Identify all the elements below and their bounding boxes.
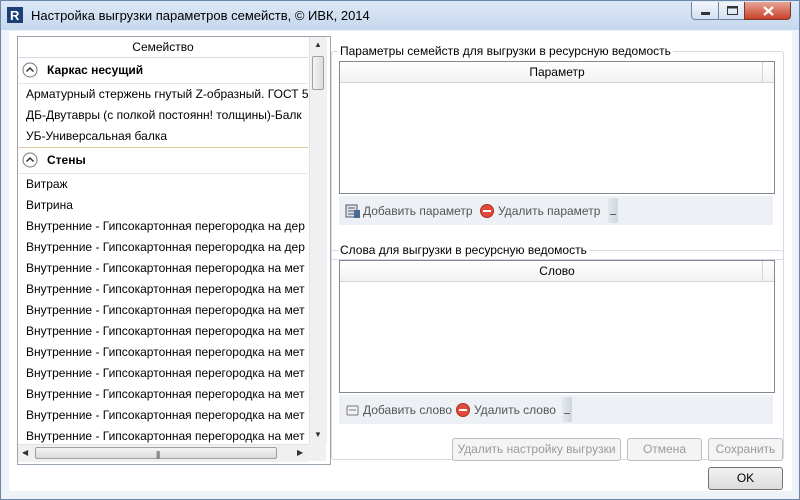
add-word-icon [346, 405, 359, 416]
maximize-button[interactable] [718, 2, 745, 20]
remove-circle-icon [480, 204, 494, 218]
horizontal-scrollbar[interactable]: ◀ ||| ▶ [18, 444, 309, 462]
column-divider [762, 62, 763, 82]
horizontal-scroll-thumb[interactable]: ||| [35, 447, 277, 459]
list-item[interactable]: Внутренние - Гипсокартонная перегородка … [18, 405, 308, 426]
save-button[interactable]: Сохранить [708, 438, 783, 461]
column-divider [762, 261, 763, 281]
svg-text:R: R [10, 8, 20, 23]
list-item[interactable]: Внутренние - Гипсокартонная перегородка … [18, 384, 308, 405]
params-legend: Параметры семейств для выгрузки в ресурс… [338, 44, 673, 58]
list-item[interactable]: УБ-Универсальная балка [18, 126, 308, 147]
add-word-label: Добавить слово [363, 403, 453, 417]
list-item[interactable]: Внутренние - Гипсокартонная перегородка … [18, 300, 308, 321]
maximize-icon [727, 6, 738, 15]
add-word-button[interactable]: Добавить слово [345, 401, 455, 419]
add-param-button[interactable]: Добавить параметр [345, 202, 475, 220]
param-column-label: Параметр [529, 65, 585, 79]
list-item[interactable]: Витрина [18, 195, 308, 216]
group-header-frame[interactable]: Каркас несущий [18, 58, 308, 84]
family-rows: Каркас несущий Арматурный стержень гнуты… [18, 58, 308, 447]
remove-word-button[interactable]: Удалить слово [456, 401, 560, 419]
word-column-header[interactable]: Слово [340, 261, 774, 282]
minimize-icon [701, 12, 710, 15]
grip-icon: ||| [156, 450, 160, 459]
list-item[interactable]: Витраж [18, 174, 308, 195]
scroll-down-icon[interactable]: ▼ [314, 430, 322, 439]
remove-param-label: Удалить параметр [498, 204, 601, 218]
params-groupbox: Параметры семейств для выгрузки в ресурс… [331, 44, 784, 260]
add-param-label: Добавить параметр [363, 204, 473, 218]
close-icon [763, 6, 774, 16]
group-label: Стены [47, 153, 86, 167]
revit-app-icon: R [7, 7, 23, 23]
params-grid[interactable]: Параметр [339, 61, 775, 194]
client-area: Семейство Каркас несущий Арматурный стер… [9, 31, 792, 491]
remove-param-button[interactable]: Удалить параметр [480, 202, 605, 220]
overflow-chevron-icon [610, 214, 616, 218]
dialog-window: R Настройка выгрузки параметров семейств… [0, 0, 800, 500]
vertical-scrollbar[interactable]: ▲ ▼ [309, 37, 327, 444]
words-legend: Слова для выгрузки в ресурсную ведомость [338, 243, 589, 257]
scroll-corner [309, 444, 326, 461]
family-column-header[interactable]: Семейство [18, 37, 308, 58]
word-column-label: Слово [539, 264, 575, 278]
close-button[interactable] [744, 2, 791, 20]
list-item[interactable]: Внутренние - Гипсокартонная перегородка … [18, 342, 308, 363]
group-header-walls[interactable]: Стены [18, 148, 308, 174]
toolbar-overflow-button[interactable] [562, 397, 572, 422]
collapse-chevron-icon[interactable] [22, 62, 38, 78]
list-item[interactable]: Внутренние - Гипсокартонная перегородка … [18, 321, 308, 342]
scroll-left-icon[interactable]: ◀ [22, 448, 28, 457]
vertical-scroll-thumb[interactable] [312, 56, 324, 90]
scroll-right-icon[interactable]: ▶ [297, 448, 303, 457]
words-grid[interactable]: Слово [339, 260, 775, 393]
group-label: Каркас несущий [47, 63, 144, 77]
list-item[interactable]: Арматурный стержень гнутый Z-образный. Г… [18, 84, 308, 105]
ok-button[interactable]: OK [708, 467, 783, 490]
title-bar[interactable]: R Настройка выгрузки параметров семейств… [1, 1, 799, 30]
remove-word-label: Удалить слово [474, 403, 556, 417]
list-item[interactable]: Внутренние - Гипсокартонная перегородка … [18, 216, 308, 237]
words-groupbox: Слова для выгрузки в ресурсную ведомость… [331, 243, 784, 460]
list-item[interactable]: Внутренние - Гипсокартонная перегородка … [18, 258, 308, 279]
remove-circle-icon [456, 403, 470, 417]
cancel-button[interactable]: Отмена [627, 438, 702, 461]
delete-config-button[interactable]: Удалить настройку выгрузки [452, 438, 621, 461]
minimize-button[interactable] [691, 2, 719, 20]
list-item[interactable]: Внутренние - Гипсокартонная перегородка … [18, 237, 308, 258]
params-toolbar: Добавить параметр Удалить параметр [339, 196, 773, 225]
window-title: Настройка выгрузки параметров семейств, … [31, 8, 370, 23]
toolbar-overflow-button[interactable] [608, 198, 618, 223]
param-column-header[interactable]: Параметр [340, 62, 774, 83]
list-item[interactable]: ДБ-Двутавры (с полкой постоянн! толщины)… [18, 105, 308, 126]
list-item[interactable]: Внутренние - Гипсокартонная перегородка … [18, 363, 308, 384]
list-item[interactable]: Внутренние - Гипсокартонная перегородка … [18, 279, 308, 300]
overflow-chevron-icon [564, 413, 570, 417]
family-listbox[interactable]: Семейство Каркас несущий Арматурный стер… [17, 36, 331, 465]
words-toolbar: Добавить слово Удалить слово [339, 395, 773, 424]
scroll-up-icon[interactable]: ▲ [314, 40, 322, 49]
collapse-chevron-icon[interactable] [22, 152, 38, 168]
add-parameter-icon [345, 204, 360, 218]
